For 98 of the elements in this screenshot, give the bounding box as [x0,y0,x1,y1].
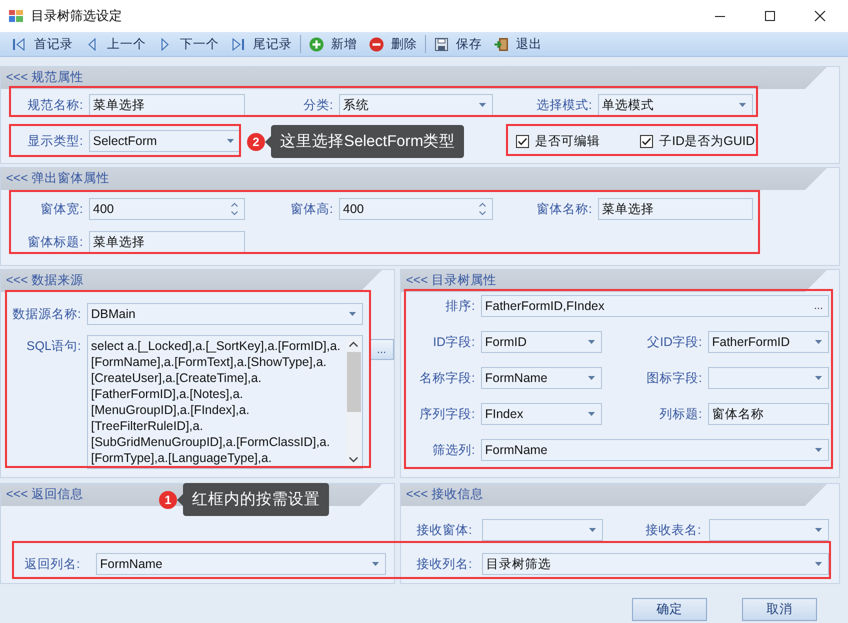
checkbox-label: 子ID是否为GUID [659,132,755,150]
toolbar-button[interactable]: 删除 [363,33,423,55]
field-label: 窗体高: [290,200,334,218]
skip-last-icon [231,36,246,52]
section-title: <<< 规范属性 [6,70,84,84]
field-label: 接收窗体: [416,522,473,538]
dropdown-arrow-icon [588,376,595,380]
toolbar-button[interactable]: 退出 [488,33,548,55]
dropdown-field[interactable]: 系统 [339,94,493,116]
field-label: 接收列名: [416,556,473,572]
field-label: 窗体名称: [536,200,593,218]
dropdown-arrow-icon [349,312,356,316]
section-title: <<< 弹出窗体属性 [6,170,110,184]
text-field[interactable]: 窗体名称 [708,403,829,425]
dropdown-arrow-icon [815,528,822,532]
save-icon [434,36,449,52]
toolbar-button[interactable]: 首记录 [6,33,79,55]
text-field[interactable]: 菜单选择 [598,198,753,220]
close-icon[interactable] [814,10,826,22]
callout-pointer [265,136,271,148]
toolbar-button[interactable]: 尾记录 [225,33,298,55]
text-field[interactable]: 菜单选择 [89,231,245,253]
dropdown-field[interactable]: FormName [481,367,602,389]
field-label: 列标题: [658,406,703,422]
dropdown-arrow-icon [479,103,486,107]
callout-pointer [177,494,183,506]
dropdown-field[interactable]: DBMain [87,303,363,325]
field-label: 筛选列: [432,442,476,458]
sql-text-area[interactable]: select a.[_Locked],a.[_SortKey],a.[FormID],a. [FormName],a.[FormText],a.[ShowType],a. [CreateUser],a.[CreateTime],a. [FatherFormID],a.[Notes],a. [MenuGroupID],a.[FIndex],a. [TreeFilterRuleID],a. [SubGridMenuGroupID],a.[FormClassID],a. [FormType],a.[LanguageType],a. [87,335,363,469]
toolbar-button[interactable]: 新增 [303,33,363,55]
dropdown-arrow-icon [815,340,822,344]
app-icon [9,10,23,22]
window-title: 目录树筛选设定 [31,7,122,25]
scrollbar[interactable] [346,337,361,467]
dropdown-field[interactable] [708,367,829,389]
field-label: 显示类型: [26,132,84,150]
scroll-thumb[interactable] [346,352,360,412]
dropdown-arrow-icon [739,103,746,107]
checkbox-label: 是否可编辑 [535,132,600,150]
dropdown-field[interactable] [709,519,829,541]
field-label: 序列字段: [418,406,476,422]
dropdown-arrow-icon [227,139,234,143]
checkbox[interactable] [640,134,653,148]
browse-button[interactable]: ... [369,339,394,360]
dropdown-field[interactable]: 目录树筛选 [482,553,829,575]
spin-arrows-icon[interactable] [479,202,486,216]
spinner-field[interactable]: 400 [339,198,493,220]
picker-field[interactable]: FatherFormID,FIndex ... [481,295,829,317]
field-label: 图标字段: [646,370,703,386]
toolbar-button[interactable]: 下一个 [152,33,225,55]
dropdown-arrow-icon [588,412,595,416]
checkbox[interactable] [516,134,529,148]
text-field[interactable]: 菜单选择 [89,94,245,116]
dropdown-arrow-icon [588,340,595,344]
door-exit-icon [494,36,509,52]
toolbar-button[interactable]: 上一个 [79,33,152,55]
field-label: 接收表名: [644,522,702,538]
spin-arrows-icon[interactable] [231,202,238,216]
dropdown-field[interactable]: FormName [481,439,829,461]
field-label: 选择模式: [536,96,593,114]
dropdown-field[interactable]: SelectForm [89,130,241,152]
dropdown-field[interactable]: FIndex [481,403,602,425]
dropdown-arrow-icon [815,562,822,566]
dropdown-arrow-icon [815,448,822,452]
field-label: 分类: [302,96,334,114]
dropdown-field[interactable]: 单选模式 [598,94,753,116]
skip-first-icon [12,36,27,52]
dropdown-arrow-icon [372,562,379,566]
section-title: <<< 返回信息 [6,486,84,500]
section-title: <<< 数据来源 [6,272,84,286]
field-label: 名称字段: [418,370,476,386]
field-label: 返回列名: [24,556,81,572]
ellipsis-button[interactable]: ... [814,300,823,312]
scroll-down-icon[interactable] [349,457,358,463]
field-label: ID字段: [432,334,476,350]
plus-circle-icon [309,36,324,52]
field-label: 父ID字段: [646,334,703,350]
scroll-up-icon[interactable] [349,341,358,347]
dialog-button[interactable]: 取消 [742,598,817,621]
dropdown-field[interactable]: FormName [96,553,386,575]
maximize-icon[interactable] [764,10,776,22]
dropdown-field[interactable] [482,519,603,541]
dialog-button[interactable]: 确定 [632,598,707,621]
field-label: 排序: [444,298,476,314]
section-title: <<< 目录树属性 [406,272,496,286]
dropdown-arrow-icon [815,376,822,380]
dropdown-field[interactable]: FatherFormID [708,331,829,353]
field-label: SQL语句: [26,338,82,355]
field-label: 规范名称: [26,96,84,114]
field-label: 窗体标题: [26,234,84,250]
dropdown-field[interactable]: FormID [481,331,602,353]
section-title: <<< 接收信息 [406,486,484,500]
field-label: 数据源名称: [12,306,82,322]
minus-circle-icon [369,36,384,52]
field-label: 窗体宽: [40,200,84,218]
toolbar-button[interactable]: 保存 [428,33,488,55]
dropdown-arrow-icon [589,528,596,532]
spinner-field[interactable]: 400 [89,198,245,220]
